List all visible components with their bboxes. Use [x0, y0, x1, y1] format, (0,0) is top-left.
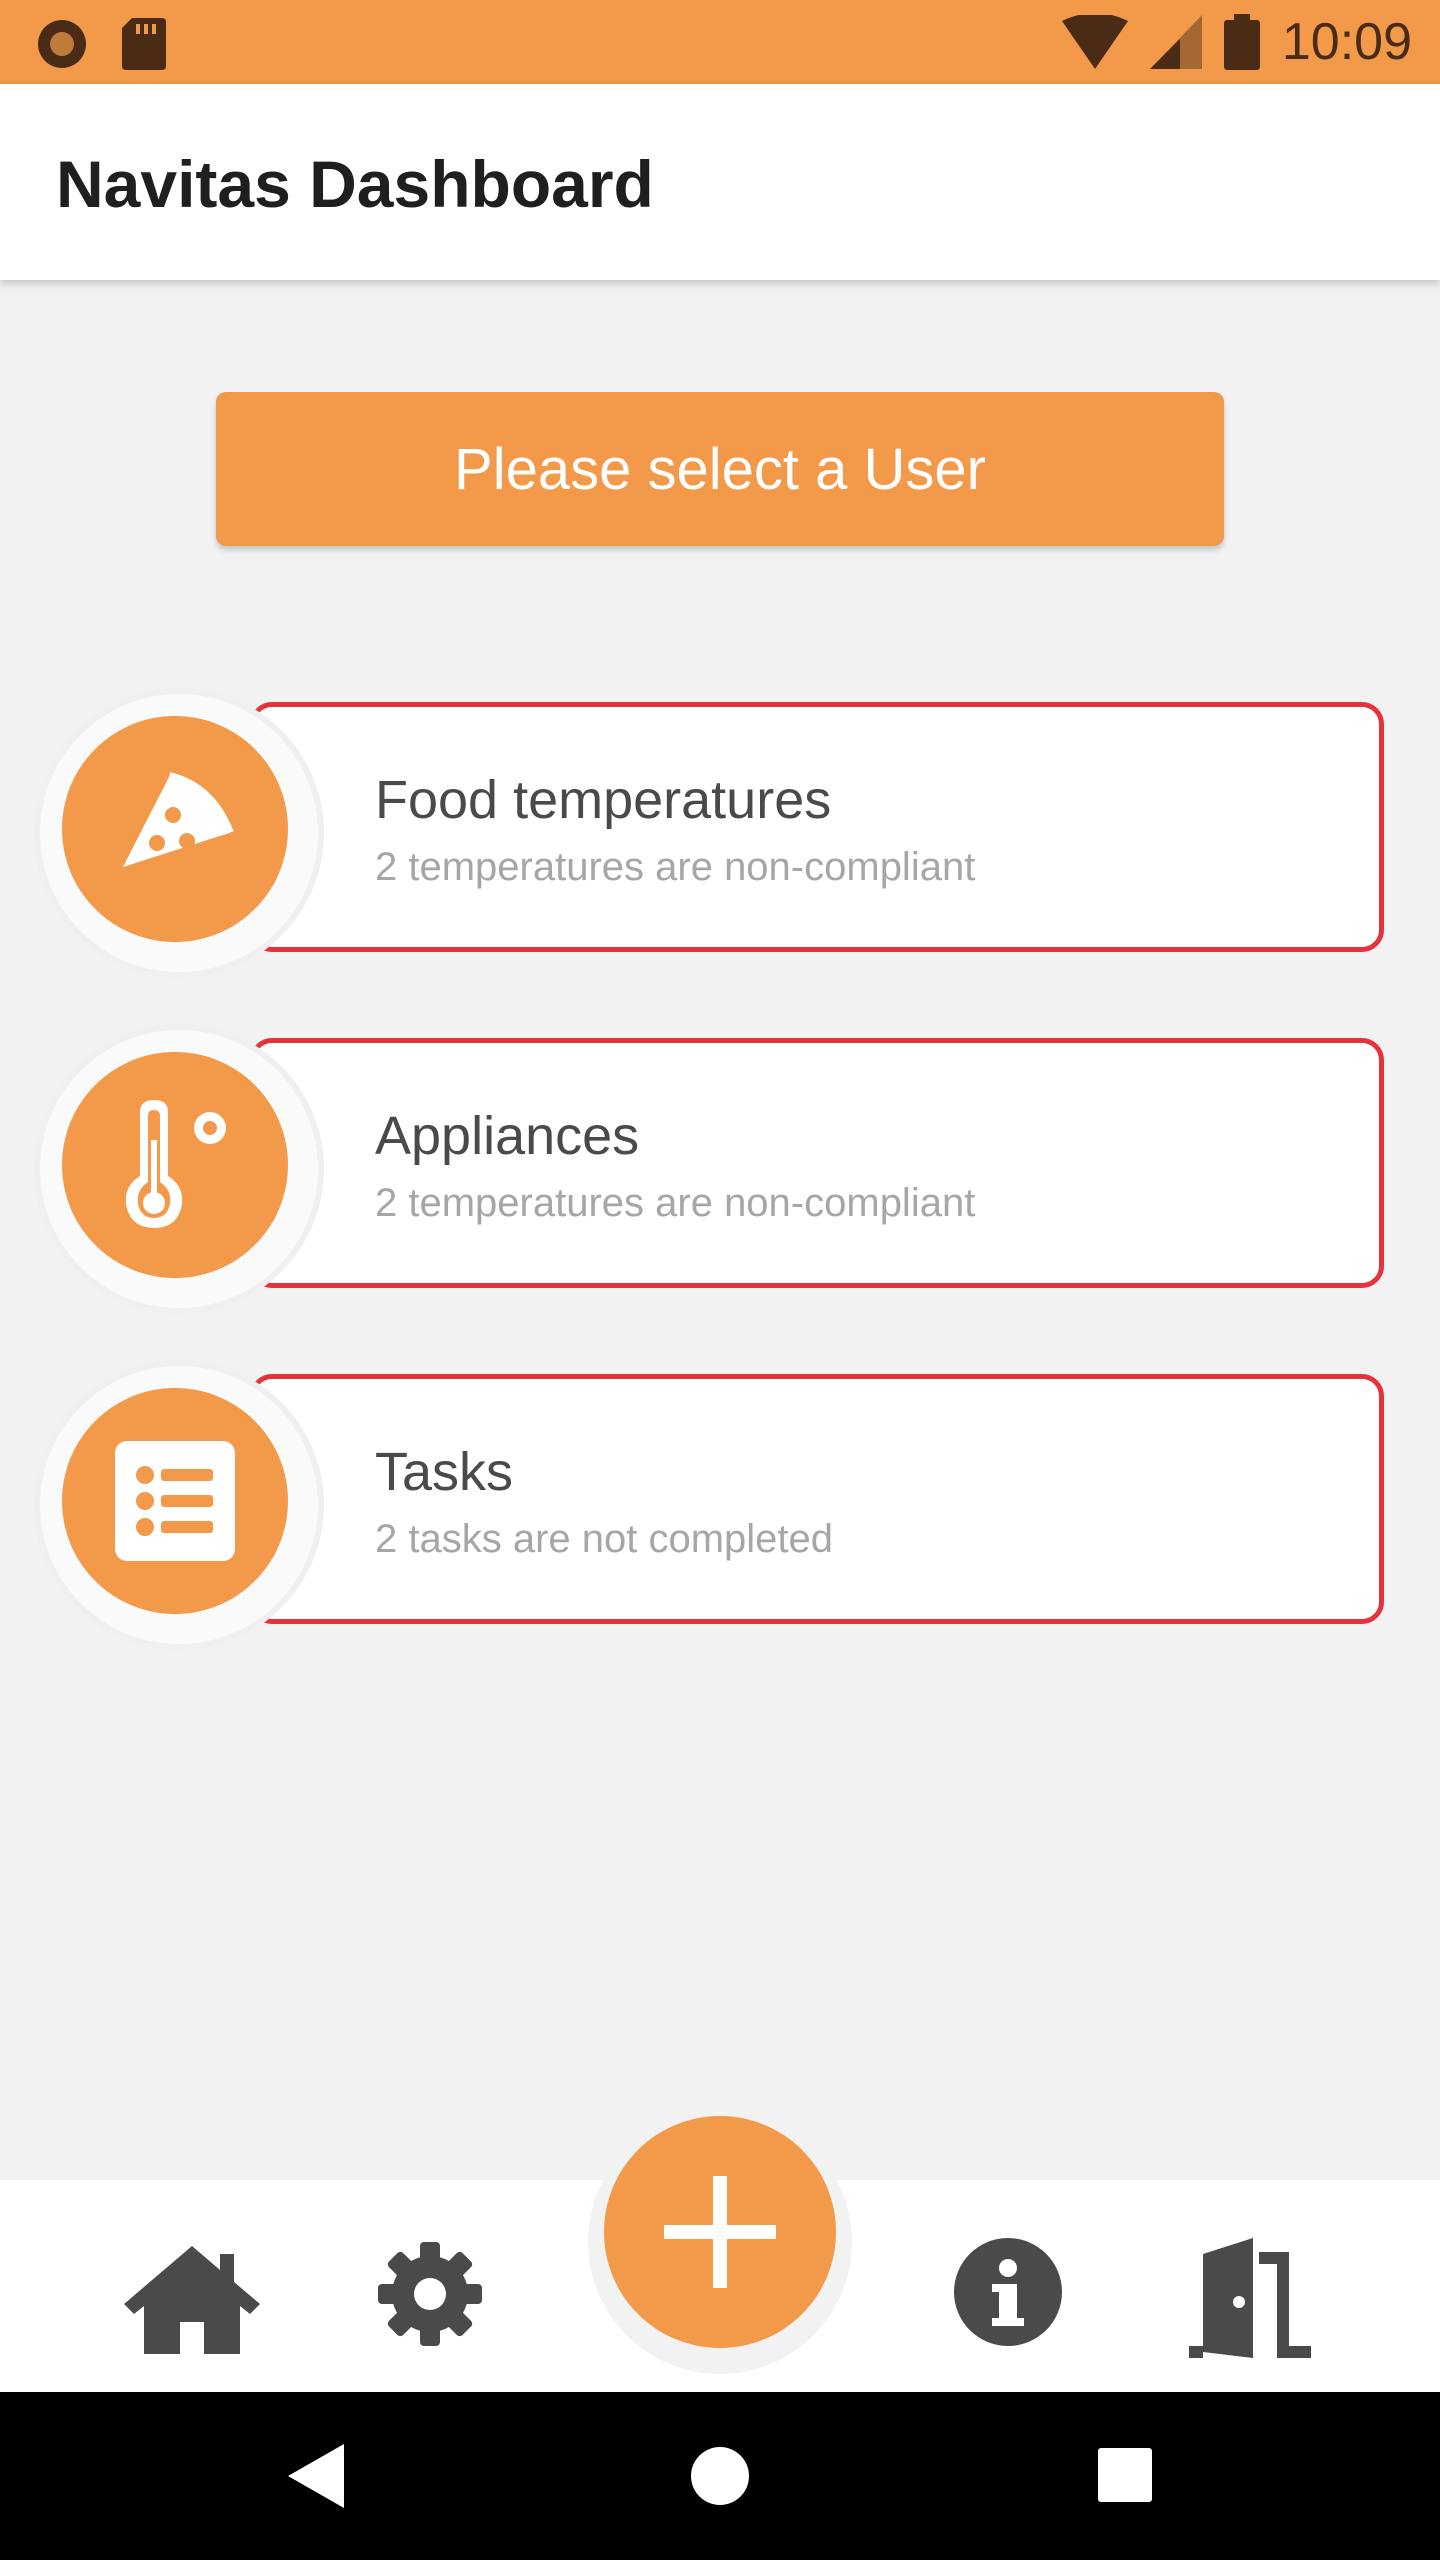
- recents-icon[interactable]: [1098, 2448, 1152, 2502]
- add-button[interactable]: [604, 2116, 836, 2348]
- battery-icon: [1223, 14, 1260, 70]
- pizza-icon: [123, 772, 234, 867]
- signal-icon: [1149, 15, 1202, 69]
- settings-nav-button[interactable]: [370, 2234, 490, 2354]
- home-nav-button[interactable]: [112, 2228, 272, 2368]
- thermometer-icon-badge: [62, 1052, 288, 1278]
- info-nav-button[interactable]: [948, 2232, 1068, 2352]
- task-list-icon: [115, 1441, 235, 1561]
- back-icon[interactable]: [288, 2444, 344, 2508]
- info-icon: [954, 2238, 1062, 2346]
- app-bar: Navitas Dashboard: [0, 84, 1440, 280]
- card-box[interactable]: Tasks 2 tasks are not completed: [250, 1374, 1384, 1624]
- status-time: 10:09: [1281, 13, 1412, 71]
- card-title: Tasks: [375, 1442, 514, 1502]
- sd-card-icon: [122, 18, 166, 70]
- card-subtitle: 2 temperatures are non-compliant: [375, 1181, 976, 1225]
- task-list-icon-badge: [62, 1388, 288, 1614]
- add-icon: [664, 2176, 776, 2288]
- wifi-icon: [1061, 15, 1128, 69]
- settings-icon: [378, 2242, 482, 2346]
- system-nav-bar: [0, 2392, 1440, 2560]
- card-box[interactable]: Appliances 2 temperatures are non-compli…: [250, 1038, 1384, 1288]
- card-box[interactable]: Food temperatures 2 temperatures are non…: [250, 702, 1384, 952]
- page-title: Navitas Dashboard: [56, 147, 654, 221]
- card-subtitle: 2 tasks are not completed: [375, 1517, 834, 1561]
- logout-nav-button[interactable]: [1180, 2228, 1320, 2368]
- home-icon: [124, 2246, 260, 2354]
- pizza-icon-badge: [62, 716, 288, 942]
- thermometer-icon: [125, 1100, 226, 1228]
- home-circle-icon[interactable]: [690, 2446, 750, 2506]
- card-subtitle: 2 temperatures are non-compliant: [375, 845, 976, 889]
- card-title: Food temperatures: [375, 770, 832, 830]
- food-temperatures-card[interactable]: Food temperatures 2 temperatures are non…: [0, 688, 1440, 978]
- select-user-button[interactable]: Please select a User: [216, 392, 1224, 546]
- record-icon: [38, 20, 86, 68]
- status-bar: 10:09: [0, 0, 1440, 84]
- appliances-card[interactable]: Appliances 2 temperatures are non-compli…: [0, 1024, 1440, 1314]
- card-title: Appliances: [375, 1106, 640, 1166]
- tasks-card[interactable]: Tasks 2 tasks are not completed: [0, 1360, 1440, 1650]
- logout-door-icon: [1189, 2238, 1311, 2358]
